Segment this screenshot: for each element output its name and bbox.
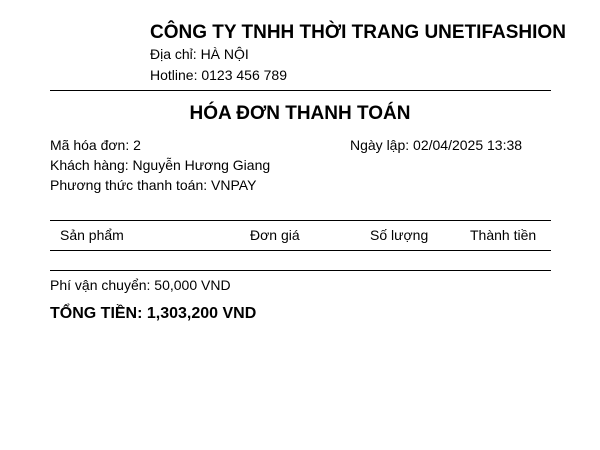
customer-name: Khách hàng: Nguyễn Hương Giang — [50, 157, 271, 173]
company-name: CÔNG TY TNHH THỜI TRANG UNETIFASHION — [150, 22, 566, 43]
table-top-border — [50, 220, 551, 221]
header-divider — [50, 90, 551, 91]
column-header-line-total: Thành tiền — [470, 227, 537, 243]
table-header-border — [50, 250, 551, 251]
company-hotline: Hotline: 0123 456 789 — [150, 67, 287, 83]
shipping-fee: Phí vận chuyển: 50,000 VND — [50, 277, 231, 293]
company-address: Địa chỉ: HÀ NỘI — [150, 46, 249, 62]
payment-method: Phương thức thanh toán: VNPAY — [50, 177, 257, 193]
invoice-date: Ngày lập: 02/04/2025 13:38 — [350, 137, 523, 153]
invoice-number: Mã hóa đơn: 2 — [50, 137, 141, 153]
column-header-product: Sản phẩm — [60, 227, 124, 243]
column-header-unit-price: Đơn giá — [250, 227, 300, 243]
grand-total: TỔNG TIỀN: 1,303,200 VND — [50, 305, 257, 322]
invoice-title: HÓA ĐƠN THANH TOÁN — [189, 103, 411, 124]
column-header-quantity: Số lượng — [370, 227, 429, 243]
table-bottom-border — [50, 270, 551, 271]
